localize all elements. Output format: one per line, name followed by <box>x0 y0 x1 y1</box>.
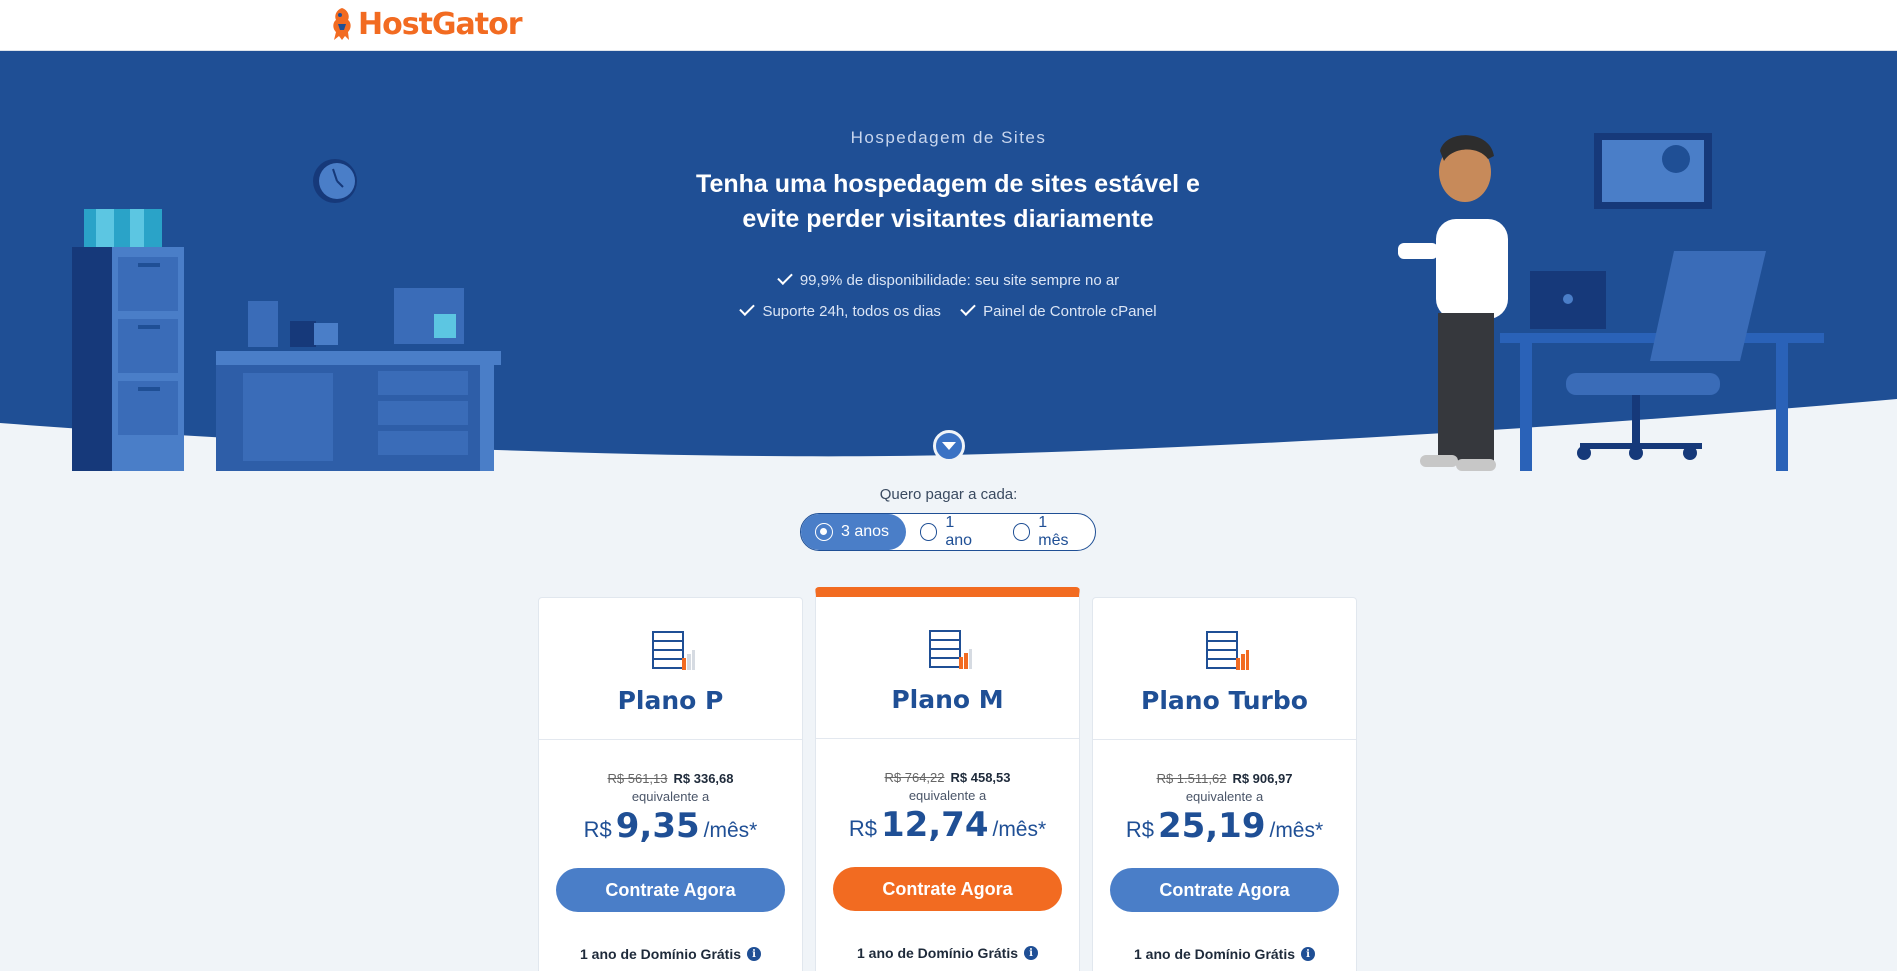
feature-row-1: 99,9% de disponibilidade: seu site sempr… <box>0 269 1897 289</box>
hero-banner: Hospedagem de Sites Tenha uma hospedagem… <box>0 51 1897 481</box>
chevron-down-icon <box>942 442 956 450</box>
monthly-price: R$ 25,19 /mês* <box>1125 806 1324 846</box>
monthly-price: R$ 12,74 /mês* <box>848 805 1047 845</box>
radio-icon <box>919 523 938 541</box>
hero-title: Tenha uma hospedagem de sites estável e … <box>648 167 1248 237</box>
server-icon <box>652 631 695 670</box>
original-price: R$ 764,22 <box>884 770 945 785</box>
free-domain-note: 1 ano de Domínio Grátis i <box>539 946 802 962</box>
plan-card-m: Plano M R$ 764,22 R$ 458,53 equivalente a… <box>815 587 1080 971</box>
info-icon[interactable]: i <box>1024 946 1039 960</box>
office-cabinet-illustration <box>72 209 184 471</box>
radio-selected-icon <box>815 523 833 541</box>
feature-item: 99,9% de disponibilidade: seu site sempr… <box>777 269 1119 289</box>
contract-now-button[interactable]: Contrate Agora <box>1110 868 1339 912</box>
price-block: R$ 1.511,62 R$ 906,97 equivalente a R$ 25… <box>1093 771 1356 846</box>
hero-title-line-1: Tenha uma hospedagem de sites estável e <box>696 170 1200 198</box>
brand-name: HostGator <box>358 6 523 42</box>
billing-period-toggle: 3 anos 1 ano 1 mês <box>800 513 1096 551</box>
check-icon <box>739 300 756 316</box>
equivalent-label: equivalente a <box>631 789 710 804</box>
billing-option-1-month[interactable]: 1 mês <box>999 514 1095 550</box>
plan-name: Plano Turbo <box>1141 686 1308 715</box>
info-icon[interactable]: i <box>1301 947 1316 961</box>
discount-price: R$ 906,97 <box>1232 771 1293 786</box>
price-block: R$ 561,13 R$ 336,68 equivalente a R$ 9,35… <box>539 771 802 846</box>
discount-price: R$ 336,68 <box>673 771 734 786</box>
check-icon <box>960 300 976 316</box>
original-price: R$ 561,13 <box>607 771 668 786</box>
check-icon <box>777 269 793 285</box>
server-icon <box>929 630 972 669</box>
gator-mascot-icon <box>333 8 351 40</box>
monthly-price: R$ 9,35 /mês* <box>583 806 758 846</box>
hostgator-logo[interactable]: HostGator <box>330 4 523 44</box>
hero-subtitle: Hospedagem de Sites <box>850 128 1047 147</box>
info-icon[interactable]: i <box>747 947 762 961</box>
free-domain-note: 1 ano de Domínio Grátis i <box>1093 946 1356 962</box>
top-navbar: HostGator <box>0 0 1897 51</box>
billing-period-label: Quero pagar a cada: <box>879 486 1018 503</box>
hero-illustration <box>0 133 1897 481</box>
radio-icon <box>1012 523 1031 541</box>
original-price: R$ 1.511,62 <box>1156 771 1227 786</box>
hero-title-line-2: evite perder visitantes diariamente <box>742 205 1154 233</box>
free-domain-note: 1 ano de Domínio Grátis i <box>816 945 1079 961</box>
discount-price: R$ 458,53 <box>950 770 1011 785</box>
clock-illustration <box>313 159 357 203</box>
price-block: R$ 764,22 R$ 458,53 equivalente a R$ 12,7… <box>816 770 1079 845</box>
feature-item: Suporte 24h, todos os dias <box>739 300 941 320</box>
equivalent-label: equivalente a <box>1185 789 1264 804</box>
server-icon <box>1206 631 1249 670</box>
plan-card-p: Plano P R$ 561,13 R$ 336,68 equivalente a… <box>538 597 803 971</box>
plan-name: Plano M <box>891 685 1004 714</box>
equivalent-label: equivalente a <box>908 788 987 803</box>
contract-now-button[interactable]: Contrate Agora <box>556 868 785 912</box>
plan-name: Plano P <box>617 686 724 715</box>
contract-now-button[interactable]: Contrate Agora <box>833 867 1062 911</box>
feature-item: Painel de Controle cPanel <box>960 300 1157 320</box>
plan-card-turbo: Plano Turbo R$ 1.511,62 R$ 906,97 equival… <box>1092 597 1357 971</box>
billing-option-1-year[interactable]: 1 ano <box>906 514 999 550</box>
billing-option-3-years[interactable]: 3 anos <box>801 514 906 550</box>
feature-row-2: Suporte 24h, todos os dias Painel de Con… <box>0 300 1897 320</box>
scroll-down-button[interactable] <box>933 430 965 462</box>
